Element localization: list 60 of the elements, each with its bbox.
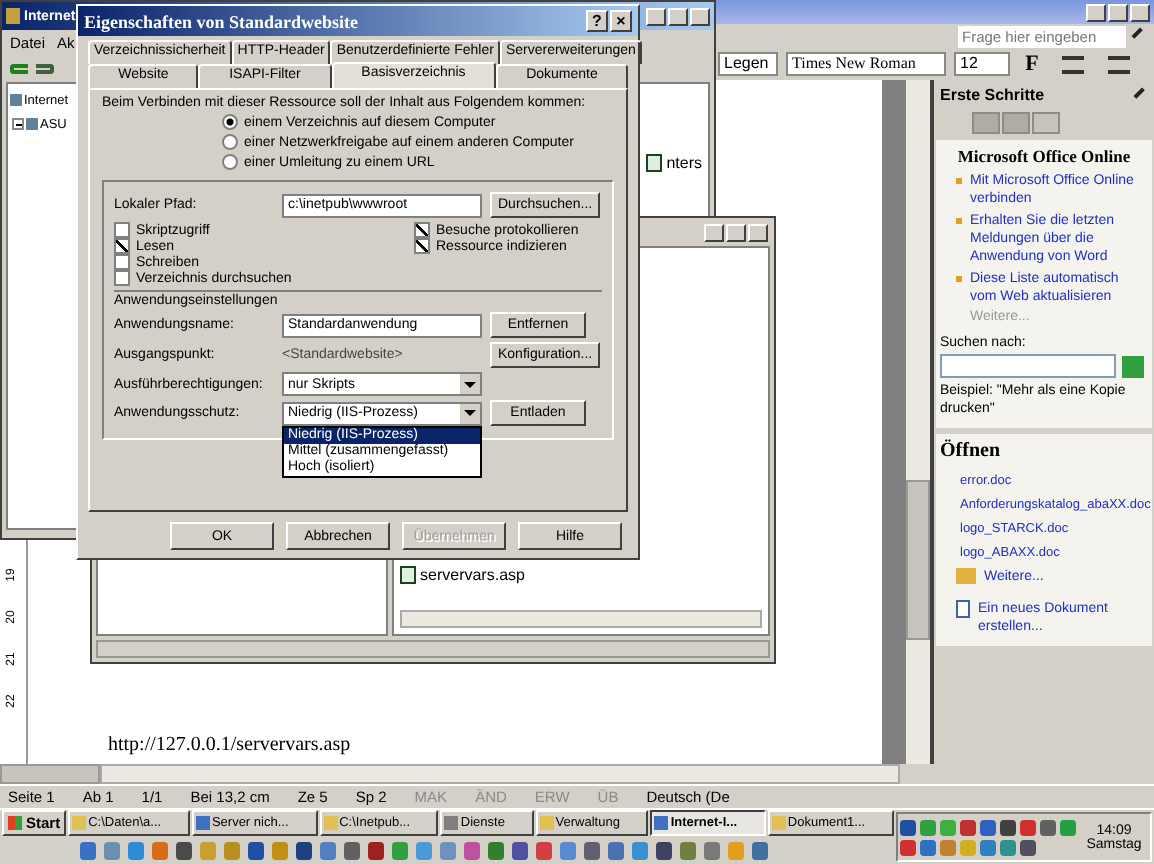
indent-icon[interactable]	[1108, 55, 1130, 73]
scroll-thumb[interactable]	[906, 480, 930, 640]
minimize-button[interactable]	[1086, 3, 1106, 21]
go-arrow-button[interactable]	[1122, 355, 1144, 377]
section-heading: Öffnen	[940, 440, 1002, 462]
file-icon	[646, 153, 663, 171]
file-item[interactable]: nters	[666, 153, 702, 171]
font-size-dropdown[interactable]: 12	[954, 52, 1010, 76]
dropdown-arrow-icon[interactable]	[464, 381, 476, 387]
home-icon[interactable]	[1032, 112, 1060, 134]
align-icon[interactable]	[1062, 55, 1084, 73]
checkbox[interactable]	[114, 238, 130, 254]
app-icon	[323, 816, 338, 831]
app-icon	[195, 816, 210, 831]
document-icon	[956, 600, 970, 618]
app-icon	[72, 816, 87, 831]
dropdown-arrow-icon[interactable]	[464, 410, 476, 416]
task-pane-title: Erste Schritte	[940, 86, 1045, 104]
bold-button[interactable]: F	[1018, 51, 1046, 77]
vertical-scrollbar[interactable]	[906, 80, 930, 764]
checkbox[interactable]	[114, 222, 130, 238]
search-field[interactable]	[940, 354, 1116, 378]
close-button[interactable]	[1130, 3, 1150, 21]
radio-button[interactable]	[222, 134, 238, 150]
windows-logo-icon	[8, 816, 22, 831]
bullet-icon	[956, 218, 962, 224]
horizontal-scrollbar[interactable]	[100, 764, 900, 784]
close-button[interactable]	[690, 7, 710, 25]
bullet-icon	[956, 178, 962, 184]
file-icon	[400, 565, 416, 583]
help-button[interactable]: ?	[586, 10, 608, 32]
forward-arrow-icon[interactable]	[36, 63, 54, 73]
app-icon	[771, 816, 786, 831]
checkbox[interactable]	[414, 238, 430, 254]
app-icon	[654, 816, 669, 831]
font-dropdown[interactable]: Times New Roman	[786, 52, 946, 76]
style-dropdown[interactable]: Legen	[718, 52, 778, 76]
close-button[interactable]	[748, 223, 768, 241]
minimize-button[interactable]	[646, 7, 666, 25]
folder-icon	[956, 568, 976, 584]
checkbox[interactable]	[114, 270, 130, 286]
close-button[interactable]: ×	[610, 10, 632, 32]
maximize-button[interactable]	[726, 223, 746, 241]
radio-button[interactable]	[222, 114, 238, 130]
maximize-button[interactable]	[1108, 3, 1128, 21]
dialog-title: Eigenschaften von Standardwebsite	[84, 11, 359, 31]
section-heading: Microsoft Office Online	[955, 146, 1133, 168]
checkbox[interactable]	[414, 222, 430, 238]
horizontal-scrollbar[interactable]	[400, 610, 762, 628]
checkbox[interactable]	[114, 254, 130, 270]
collapse-toggle[interactable]	[12, 118, 24, 130]
back-arrow-icon[interactable]	[10, 63, 28, 73]
app-icon	[444, 816, 459, 831]
maximize-button[interactable]	[668, 7, 688, 25]
app-icon	[539, 816, 554, 831]
minimize-button[interactable]	[704, 223, 724, 241]
bullet-icon	[956, 276, 962, 282]
radio-button[interactable]	[222, 154, 238, 170]
document-text: http://127.0.0.1/servervars.asp	[108, 734, 351, 756]
file-item[interactable]: servervars.asp	[420, 565, 525, 583]
